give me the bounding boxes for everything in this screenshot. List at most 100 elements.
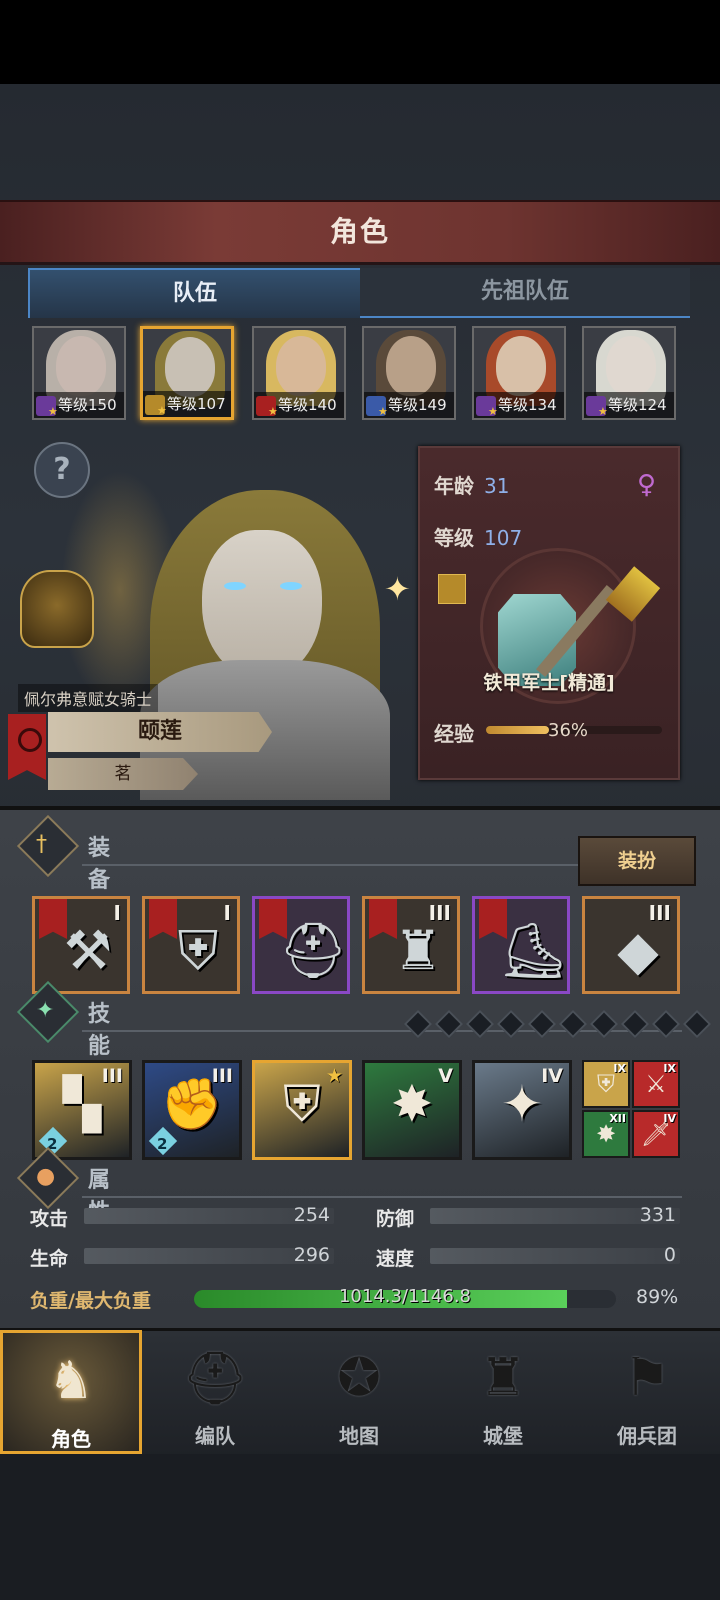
character-title: 佩尔弗意赋女骑士 bbox=[18, 684, 159, 712]
equipment-slot-emerald-charm[interactable]: ◆ III bbox=[582, 896, 680, 994]
plate-armor-icon: ♜ bbox=[393, 919, 443, 982]
exp-label: 经验 bbox=[434, 722, 474, 746]
knight-icon: ♞ bbox=[47, 1351, 95, 1411]
star-icon: ★ bbox=[598, 405, 608, 418]
load-value: 1014.3/1146.8 bbox=[338, 1286, 472, 1307]
page-title: 角色 bbox=[329, 215, 390, 248]
star-icon: ★ bbox=[378, 405, 388, 418]
equipment-slot-plate-armor[interactable]: ♜ III bbox=[362, 896, 460, 994]
mini-skill-power[interactable]: ⚔ IX bbox=[632, 1060, 680, 1108]
hero-card[interactable]: 等级107 ★ bbox=[140, 326, 234, 420]
hero-face bbox=[386, 336, 436, 396]
skill-crystal-fist[interactable]: ✦ IV bbox=[472, 1060, 572, 1160]
star-icon: ★ bbox=[488, 405, 498, 418]
teal-shield-icon: ⛨ bbox=[177, 919, 219, 982]
help-icon[interactable]: ? bbox=[34, 442, 90, 498]
knight-helmet-icon: ⛑ bbox=[279, 919, 348, 982]
nav-item-4[interactable]: ⚑ 佣兵团 bbox=[576, 1330, 718, 1454]
faction-emblem-icon bbox=[18, 728, 42, 752]
hero-card[interactable]: 等级140 ★ bbox=[252, 326, 346, 420]
equipment-rank: III bbox=[428, 901, 451, 925]
level-row: 等级 107 bbox=[434, 522, 522, 551]
portrait-face bbox=[202, 530, 322, 680]
hero-card[interactable]: 等级124 ★ bbox=[582, 326, 676, 420]
skill-rank: IX bbox=[613, 1062, 626, 1075]
hero-card[interactable]: 等级149 ★ bbox=[362, 326, 456, 420]
hero-face bbox=[56, 336, 106, 396]
skill-crystal-burst[interactable]: ✸ V bbox=[362, 1060, 462, 1160]
skill-wall[interactable]: ▚ III 2 bbox=[32, 1060, 132, 1160]
hero-card[interactable]: 等级150 ★ bbox=[32, 326, 126, 420]
skill-strike[interactable]: ✊ III 2 bbox=[142, 1060, 242, 1160]
nav-label: 地图 bbox=[339, 1424, 379, 1448]
load-percent: 89% bbox=[636, 1286, 679, 1308]
exp-bar-fill bbox=[486, 726, 550, 734]
dress-up-button[interactable]: 装扮 bbox=[578, 836, 696, 886]
mini-skill-fortify[interactable]: ⛨ IX bbox=[582, 1060, 630, 1108]
mini-skill-blade[interactable]: 🗡 IV bbox=[632, 1110, 680, 1158]
nav-item-3[interactable]: ♜ 城堡 bbox=[432, 1330, 574, 1454]
age-label: 年龄 bbox=[434, 474, 474, 498]
equipment-rank: III bbox=[648, 901, 671, 925]
star-icon: ✦ bbox=[36, 998, 55, 1023]
speed-label: 速度 bbox=[376, 1248, 415, 1270]
skill-slot-diamond bbox=[527, 1009, 557, 1039]
nav-label: 城堡 bbox=[483, 1424, 523, 1448]
character-name[interactable]: 颐莲 bbox=[48, 712, 272, 752]
character-info-panel: 年龄 31 ♀ 等级 107 铁甲军士[精通] 经验 36% bbox=[418, 446, 680, 780]
mercenary-banner-icon: ⚑ bbox=[623, 1348, 671, 1408]
equipment-slot-knight-helmet[interactable]: ⛑ bbox=[252, 896, 350, 994]
defense-label: 防御 bbox=[376, 1208, 415, 1230]
nav-label: 角色 bbox=[51, 1427, 91, 1451]
skill-rank: IX bbox=[663, 1062, 676, 1075]
star-icon: ★ bbox=[325, 1065, 343, 1087]
equipment-slot-war-hammer[interactable]: ⚒ I bbox=[32, 896, 130, 994]
hero-face bbox=[606, 336, 656, 396]
defense-value: 331 bbox=[639, 1204, 676, 1226]
star-icon: ★ bbox=[48, 405, 58, 418]
portrait-eye bbox=[280, 582, 302, 590]
tab-ancestor-team[interactable]: 先祖队伍 bbox=[360, 268, 690, 318]
skill-slot-diamond bbox=[558, 1009, 588, 1039]
hero-face bbox=[496, 336, 546, 396]
person-icon: ● bbox=[36, 1164, 56, 1189]
equipment-slot-plate-boots[interactable]: ⛸ bbox=[472, 896, 570, 994]
potion-icon[interactable] bbox=[20, 570, 94, 648]
hero-face bbox=[276, 336, 326, 396]
age-value: 31 bbox=[484, 474, 510, 498]
skill-rank: IV bbox=[541, 1065, 563, 1087]
nav-item-1[interactable]: ⛑ 编队 bbox=[144, 1330, 286, 1454]
age-row: 年龄 31 bbox=[434, 470, 509, 499]
nav-label: 编队 bbox=[195, 1424, 235, 1448]
level-value: 107 bbox=[484, 526, 523, 550]
job-class-icon bbox=[438, 574, 466, 604]
hp-label: 生命 bbox=[30, 1248, 69, 1270]
star-icon: ★ bbox=[157, 404, 167, 417]
skill-rank: IV bbox=[663, 1112, 676, 1125]
attack-label: 攻击 bbox=[30, 1208, 69, 1230]
compass-map-icon: ✪ bbox=[337, 1348, 381, 1408]
equipment-rank: I bbox=[113, 901, 121, 925]
skill-slot-diamond bbox=[651, 1009, 681, 1039]
skill-shield-strength[interactable]: ⛨ ★ bbox=[252, 1060, 352, 1160]
nav-label: 佣兵团 bbox=[617, 1424, 677, 1448]
equipment-slot-teal-shield[interactable]: ⛨ I bbox=[142, 896, 240, 994]
skill-slot-diamond bbox=[465, 1009, 495, 1039]
hero-card[interactable]: 等级134 ★ bbox=[472, 326, 566, 420]
tab-team[interactable]: 队伍 bbox=[28, 268, 362, 318]
skill-slot-diamond bbox=[434, 1009, 464, 1039]
level-label: 等级 bbox=[434, 526, 474, 550]
skill-slot-diamond bbox=[620, 1009, 650, 1039]
character-tag: 茗 bbox=[48, 758, 198, 790]
skill-rank: III bbox=[211, 1065, 233, 1087]
female-icon: ♀ bbox=[636, 470, 656, 500]
mini-skill-burst[interactable]: ✸ XII bbox=[582, 1110, 630, 1158]
load-label: 负重/最大负重 bbox=[30, 1290, 151, 1312]
portrait-eye bbox=[224, 582, 246, 590]
hero-face bbox=[165, 337, 215, 397]
dagger-icon: † bbox=[36, 832, 47, 857]
skill-slot-diamond bbox=[589, 1009, 619, 1039]
nav-item-2[interactable]: ✪ 地图 bbox=[288, 1330, 430, 1454]
job-name[interactable]: 铁甲军士[精通] bbox=[420, 668, 678, 695]
nav-item-0[interactable]: ♞ 角色 bbox=[0, 1330, 142, 1454]
